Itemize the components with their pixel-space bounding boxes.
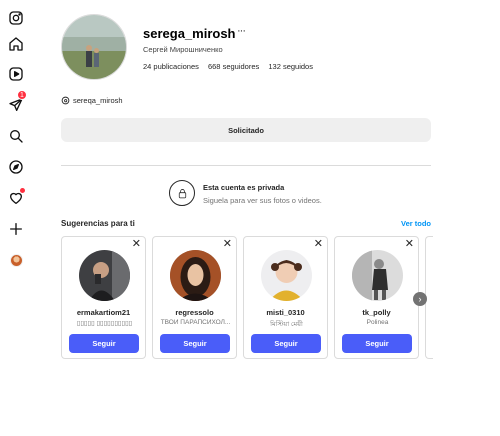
close-icon[interactable]: ✕ <box>132 239 141 250</box>
profile-avatar-image <box>61 14 127 80</box>
requested-button[interactable]: Solicitado <box>61 118 431 142</box>
instagram-icon[interactable] <box>6 8 26 28</box>
see-all-link[interactable]: Ver todo <box>401 219 431 228</box>
search-icon[interactable] <box>6 126 26 146</box>
home-icon[interactable] <box>6 34 26 54</box>
suggestion-username[interactable]: regressolo <box>153 308 236 317</box>
suggestion-avatar[interactable] <box>79 250 130 301</box>
notifications-dot <box>20 188 25 193</box>
divider <box>61 165 431 166</box>
threads-link[interactable]: sereqa_mirosh <box>61 96 123 105</box>
messages-icon[interactable]: 1 <box>6 90 27 115</box>
follow-button[interactable]: Seguir <box>160 334 230 353</box>
lock-icon <box>169 180 195 206</box>
suggestion-avatar[interactable] <box>352 250 403 301</box>
private-account-subtitle: Siguela para ver sus fotos o videos. <box>203 196 322 205</box>
close-icon[interactable]: ✕ <box>405 239 414 250</box>
left-nav-rail: 1 <box>0 0 32 436</box>
follow-button[interactable]: Seguir <box>251 334 321 353</box>
chevron-right-icon[interactable]: › <box>413 292 427 306</box>
follow-button[interactable]: Seguir <box>342 334 412 353</box>
create-icon[interactable] <box>6 219 26 239</box>
profile-avatar[interactable] <box>6 250 26 270</box>
profile-stats: 24 publicaciones 668 seguidores 132 segu… <box>143 62 320 71</box>
threads-icon <box>61 96 70 105</box>
suggestion-subtitle: মিস্টিয়া মেয়ী <box>270 321 303 328</box>
close-icon[interactable]: ✕ <box>314 239 323 250</box>
messages-badge: 1 <box>17 90 27 100</box>
suggestion-subtitle: ТВОЙ ПАРАПСИХОЛ... <box>160 319 231 326</box>
private-account-title: Esta cuenta es privada <box>203 183 285 192</box>
followers-count[interactable]: 668 seguidores <box>208 62 259 71</box>
follow-button[interactable]: Seguir <box>69 334 139 353</box>
reels-icon[interactable] <box>6 64 26 84</box>
suggestion-card: ✕ ermakartiom21 ▯▯▯▯▯ ▯▯▯▯▯▯▯▯▯▯ Seguir <box>61 236 146 359</box>
suggestion-card: ✕ tk_polly Polinea Seguir <box>334 236 419 359</box>
suggestion-username[interactable]: tk_polly <box>335 308 418 317</box>
close-icon[interactable]: ✕ <box>223 239 232 250</box>
following-count[interactable]: 132 seguidos <box>268 62 313 71</box>
suggestion-subtitle: Polinea <box>366 319 389 326</box>
my-avatar <box>9 253 23 267</box>
suggestion-card: ✕ misti_0310 মিস্টিয়া মেয়ী Seguir <box>243 236 328 359</box>
profile-full-name: Сергей Мирошниченко <box>143 45 223 54</box>
notifications-icon[interactable] <box>6 188 26 208</box>
more-options-icon[interactable]: ··· <box>237 25 246 37</box>
suggestions-title: Sugerencias para ti <box>61 219 135 228</box>
threads-handle: sereqa_mirosh <box>73 96 123 105</box>
suggestion-username[interactable]: ermakartiom21 <box>62 308 145 317</box>
profile-username: serega_mirosh <box>143 26 236 41</box>
suggestion-subtitle: ▯▯▯▯▯ ▯▯▯▯▯▯▯▯▯▯ <box>76 320 133 327</box>
suggestion-card: ✕ regressolo ТВОЙ ПАРАПСИХОЛ... Seguir <box>152 236 237 359</box>
suggestion-avatar[interactable] <box>170 250 221 301</box>
explore-icon[interactable] <box>6 157 26 177</box>
suggestion-avatar[interactable] <box>261 250 312 301</box>
posts-count: 24 publicaciones <box>143 62 199 71</box>
suggestion-username[interactable]: misti_0310 <box>244 308 327 317</box>
